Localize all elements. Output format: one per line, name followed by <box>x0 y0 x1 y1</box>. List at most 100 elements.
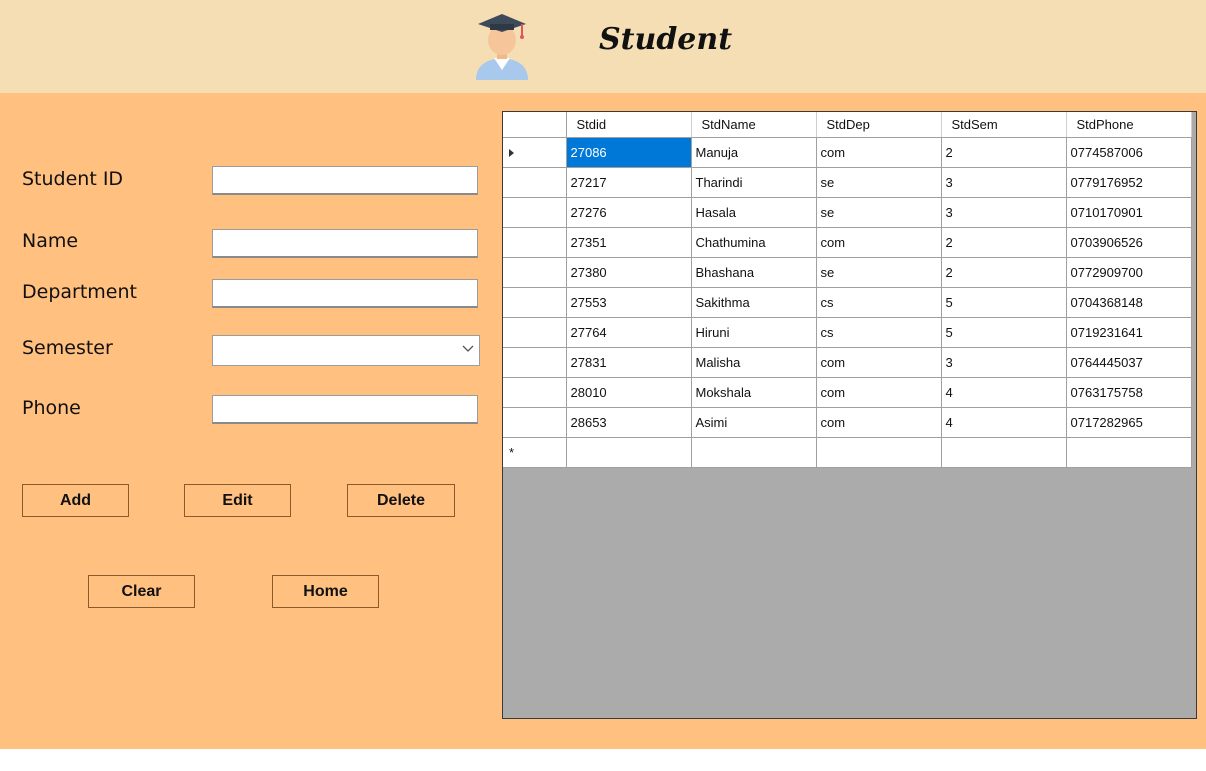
row-header[interactable] <box>503 317 567 348</box>
name-label: Name <box>22 230 79 252</box>
cell-stddep[interactable]: com <box>816 347 942 378</box>
cell-stddep[interactable]: cs <box>816 287 942 318</box>
cell-stddep[interactable]: cs <box>816 317 942 348</box>
semester-label: Semester <box>22 337 113 359</box>
cell-stdname[interactable]: Asimi <box>691 407 817 438</box>
new-row-marker: * <box>503 437 567 468</box>
cell-stdphone[interactable]: 0764445037 <box>1066 347 1192 378</box>
department-label: Department <box>22 281 137 303</box>
new-row[interactable]: * <box>503 437 1192 468</box>
cell-stdid[interactable]: 27217 <box>566 167 692 198</box>
row-header[interactable] <box>503 407 567 438</box>
student-id-field[interactable] <box>212 166 478 195</box>
cell-stdid[interactable]: 28010 <box>566 377 692 408</box>
name-field[interactable] <box>212 229 478 258</box>
cell-stdphone[interactable]: 0719231641 <box>1066 317 1192 348</box>
cell-stdphone[interactable]: 0763175758 <box>1066 377 1192 408</box>
table-row[interactable]: 27553 Sakithma cs 5 0704368148 <box>503 287 1192 318</box>
cell-stdphone[interactable]: 0779176952 <box>1066 167 1192 198</box>
cell-stdsem[interactable]: 5 <box>941 317 1067 348</box>
cell-stdname[interactable]: Tharindi <box>691 167 817 198</box>
delete-button[interactable]: Delete <box>347 484 455 517</box>
cell-stdphone[interactable]: 0704368148 <box>1066 287 1192 318</box>
row-header[interactable] <box>503 167 567 198</box>
table-row[interactable]: 27764 Hiruni cs 5 0719231641 <box>503 317 1192 348</box>
cell-stdid[interactable]: 27351 <box>566 227 692 258</box>
cell-stddep[interactable]: com <box>816 377 942 408</box>
row-header[interactable] <box>503 227 567 258</box>
new-row-cell[interactable] <box>941 437 1067 468</box>
cell-stdsem[interactable]: 2 <box>941 257 1067 288</box>
cell-stdname[interactable]: Bhashana <box>691 257 817 288</box>
cell-stdname[interactable]: Sakithma <box>691 287 817 318</box>
cell-stddep[interactable]: se <box>816 257 942 288</box>
semester-select[interactable] <box>212 335 480 366</box>
home-button[interactable]: Home <box>272 575 379 608</box>
cell-stdid[interactable]: 27831 <box>566 347 692 378</box>
cell-stdphone[interactable]: 0774587006 <box>1066 137 1192 168</box>
cell-stdphone[interactable]: 0703906526 <box>1066 227 1192 258</box>
new-row-cell[interactable] <box>1066 437 1192 468</box>
student-data-grid[interactable]: Stdid StdName StdDep StdSem StdPhone 270… <box>502 111 1197 719</box>
cell-stdid[interactable]: 28653 <box>566 407 692 438</box>
cell-stddep[interactable]: se <box>816 167 942 198</box>
table-header-row: Stdid StdName StdDep StdSem StdPhone <box>503 112 1192 138</box>
cell-stdsem[interactable]: 3 <box>941 347 1067 378</box>
table-row[interactable]: 27217 Tharindi se 3 0779176952 <box>503 167 1192 198</box>
cell-stddep[interactable]: com <box>816 407 942 438</box>
edit-button[interactable]: Edit <box>184 484 291 517</box>
cell-stdname[interactable]: Hasala <box>691 197 817 228</box>
row-header[interactable] <box>503 137 567 168</box>
phone-field[interactable] <box>212 395 478 424</box>
column-header-stdname[interactable]: StdName <box>691 112 817 138</box>
row-header[interactable] <box>503 287 567 318</box>
cell-stdsem[interactable]: 2 <box>941 227 1067 258</box>
clear-button[interactable]: Clear <box>88 575 195 608</box>
cell-stdsem[interactable]: 3 <box>941 167 1067 198</box>
cell-stdphone[interactable]: 0710170901 <box>1066 197 1192 228</box>
cell-stdsem[interactable]: 3 <box>941 197 1067 228</box>
new-row-cell[interactable] <box>816 437 942 468</box>
new-row-cell[interactable] <box>691 437 817 468</box>
row-header-corner <box>503 112 567 138</box>
column-header-stdsem[interactable]: StdSem <box>941 112 1067 138</box>
table-row[interactable]: 27351 Chathumina com 2 0703906526 <box>503 227 1192 258</box>
new-row-cell[interactable] <box>566 437 692 468</box>
cell-stdid[interactable]: 27553 <box>566 287 692 318</box>
cell-stdname[interactable]: Mokshala <box>691 377 817 408</box>
cell-stdname[interactable]: Malisha <box>691 347 817 378</box>
department-field[interactable] <box>212 279 478 308</box>
table-row[interactable]: 28010 Mokshala com 4 0763175758 <box>503 377 1192 408</box>
row-header[interactable] <box>503 347 567 378</box>
table-row[interactable]: 27380 Bhashana se 2 0772909700 <box>503 257 1192 288</box>
cell-stdname[interactable]: Hiruni <box>691 317 817 348</box>
table-row[interactable]: 27831 Malisha com 3 0764445037 <box>503 347 1192 378</box>
cell-stdsem[interactable]: 4 <box>941 407 1067 438</box>
cell-stdname[interactable]: Manuja <box>691 137 817 168</box>
cell-stddep[interactable]: com <box>816 137 942 168</box>
column-header-stdphone[interactable]: StdPhone <box>1066 112 1192 138</box>
row-header[interactable] <box>503 377 567 408</box>
row-header[interactable] <box>503 257 567 288</box>
cell-stdphone[interactable]: 0772909700 <box>1066 257 1192 288</box>
cell-stdid[interactable]: 27276 <box>566 197 692 228</box>
cell-stddep[interactable]: se <box>816 197 942 228</box>
cell-stdphone[interactable]: 0717282965 <box>1066 407 1192 438</box>
cell-stdid[interactable]: 27380 <box>566 257 692 288</box>
row-header[interactable] <box>503 197 567 228</box>
cell-stddep[interactable]: com <box>816 227 942 258</box>
table-row[interactable]: 27086 Manuja com 2 0774587006 <box>503 137 1192 168</box>
cell-stdsem[interactable]: 5 <box>941 287 1067 318</box>
table-row[interactable]: 27276 Hasala se 3 0710170901 <box>503 197 1192 228</box>
page-title: Student <box>599 22 733 57</box>
cell-stdsem[interactable]: 2 <box>941 137 1067 168</box>
column-header-stdid[interactable]: Stdid <box>566 112 692 138</box>
cell-stdname[interactable]: Chathumina <box>691 227 817 258</box>
phone-label: Phone <box>22 397 81 419</box>
cell-stdid[interactable]: 27086 <box>566 137 692 168</box>
table-row[interactable]: 28653 Asimi com 4 0717282965 <box>503 407 1192 438</box>
cell-stdid[interactable]: 27764 <box>566 317 692 348</box>
add-button[interactable]: Add <box>22 484 129 517</box>
cell-stdsem[interactable]: 4 <box>941 377 1067 408</box>
column-header-stddep[interactable]: StdDep <box>816 112 942 138</box>
